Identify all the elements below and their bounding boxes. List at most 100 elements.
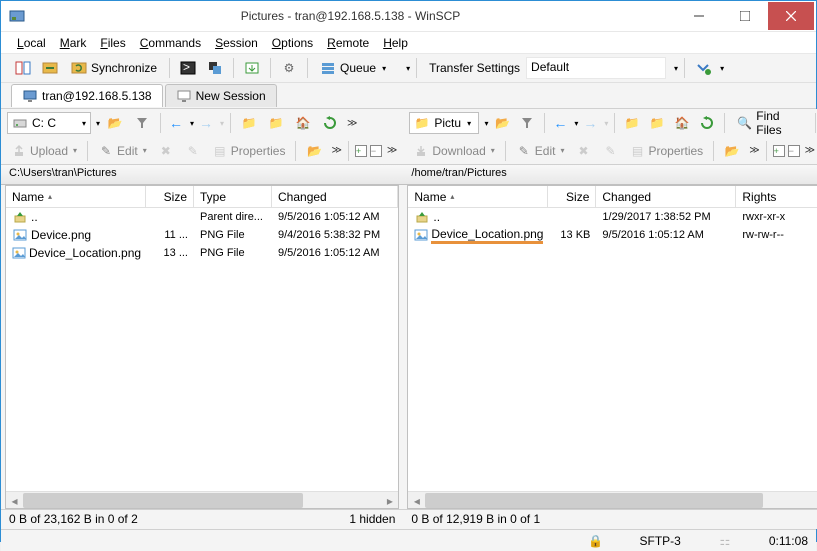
titlebar: Pictures - tran@192.168.5.138 - WinSCP (1, 1, 816, 31)
session-tab-active[interactable]: tran@192.168.5.138 (11, 84, 163, 107)
file-changed: 1/29/2017 1:38:52 PM (596, 210, 736, 224)
transfer-settings-value: Default (531, 60, 569, 74)
local-refresh-button[interactable] (318, 111, 342, 135)
local-action-toolbar: Upload▾ ✎Edit▾ ✖ ✎ ▤Properties 📂 ≫ + − ≫ (1, 137, 403, 165)
compare-dirs-button[interactable] (11, 56, 35, 80)
queue-dropdown[interactable]: Queue ▾ (314, 58, 392, 78)
remote-dir-caret[interactable]: ▾ (484, 119, 488, 128)
local-filter-button[interactable] (130, 111, 154, 135)
menu-options[interactable]: Options (266, 34, 319, 52)
remote-root-button[interactable]: 📁 (646, 111, 668, 135)
local-drive-select[interactable]: C: C ▾ (7, 112, 91, 134)
menu-session[interactable]: Session (209, 34, 264, 52)
session-tab-label: tran@192.168.5.138 (42, 89, 152, 103)
file-row[interactable]: Device_Location.png13 ...PNG File9/5/201… (6, 244, 398, 262)
remote-unselect-all-button[interactable]: − (788, 145, 800, 157)
queue-split-caret[interactable]: ▾ (406, 64, 410, 73)
remote-find-files-button[interactable]: 🔍Find Files (731, 107, 809, 139)
file-row[interactable]: Device.png11 ...PNG File9/4/2016 5:38:32… (6, 226, 398, 244)
remote-fwd-caret[interactable]: ▾ (604, 119, 608, 128)
toggle-transfer-button[interactable] (691, 56, 715, 80)
remote-newfolder-button[interactable]: 📂 (720, 139, 744, 163)
remote-back-button[interactable]: ← (551, 115, 569, 131)
local-home-button[interactable]: 🏠 (291, 111, 315, 135)
maximize-button[interactable] (722, 2, 768, 30)
remote-edit-button[interactable]: ✎Edit▾ (512, 141, 569, 161)
local-back-button[interactable]: ← (167, 115, 185, 131)
minimize-button[interactable] (676, 2, 722, 30)
file-row[interactable]: ..1/29/2017 1:38:52 PMrwxr-xr-x (408, 208, 817, 226)
local-select-all-button[interactable]: + (355, 145, 367, 157)
local-col-name[interactable]: Name▴ (6, 186, 146, 207)
folder-root-icon: 📁 (649, 115, 665, 131)
caret-icon: ▾ (82, 119, 86, 128)
synchronize-button[interactable]: Synchronize (65, 58, 163, 78)
local-open-dir-button[interactable]: 📂 (103, 111, 127, 135)
local-newfolder-button[interactable]: 📂 (302, 139, 326, 163)
remote-home-button[interactable]: 🏠 (671, 111, 693, 135)
sync-browse-button[interactable] (38, 56, 62, 80)
scroll-right-icon[interactable]: ▸ (381, 492, 398, 509)
remote-delete-button[interactable]: ✖ (571, 141, 595, 161)
options-button[interactable]: ⚙ (277, 56, 301, 80)
remote-refresh-button[interactable] (696, 111, 718, 135)
local-unselect-all-button[interactable]: − (370, 145, 382, 157)
remote-filter-button[interactable] (516, 111, 538, 135)
remote-col-name[interactable]: Name▴ (408, 186, 548, 207)
transfer-queue-button[interactable] (240, 56, 264, 80)
remote-col-changed[interactable]: Changed (596, 186, 736, 207)
local-parent-button[interactable]: 📁 (237, 111, 261, 135)
toggle-transfer-caret[interactable]: ▾ (720, 64, 724, 73)
remote-col-size[interactable]: Size (548, 186, 596, 207)
new-session-tab[interactable]: New Session (165, 84, 277, 107)
local-forward-button[interactable]: → (197, 115, 215, 131)
remote-back-caret[interactable]: ▾ (574, 119, 578, 128)
local-col-type[interactable]: Type (194, 186, 272, 207)
remote-rename-button[interactable]: ✎ (598, 141, 622, 161)
session-tabs: tran@192.168.5.138 New Session (1, 83, 816, 109)
putty-button[interactable] (203, 56, 227, 80)
remote-parent-button[interactable]: 📁 (621, 111, 643, 135)
close-button[interactable] (768, 2, 814, 30)
remote-dir-select[interactable]: 📁 Pictu ▾ (409, 112, 479, 134)
local-delete-button[interactable]: ✖ (154, 141, 178, 161)
local-rename-button[interactable]: ✎ (181, 141, 205, 161)
remote-more-select[interactable]: ≫ (805, 145, 815, 156)
remote-more-actions[interactable]: ≫ (749, 145, 759, 156)
file-type: Parent dire... (194, 210, 272, 224)
local-col-changed[interactable]: Changed (272, 186, 398, 207)
local-back-caret[interactable]: ▾ (190, 119, 194, 128)
file-icon (12, 227, 28, 243)
menu-remote[interactable]: Remote (321, 34, 375, 52)
local-upload-button[interactable]: Upload▾ (7, 141, 81, 161)
remote-forward-button[interactable]: → (581, 115, 599, 131)
file-row[interactable]: Device_Location.png13 KB9/5/2016 1:05:12… (408, 226, 817, 244)
local-more-actions[interactable]: ≫ (331, 145, 341, 156)
menu-local[interactable]: Local (11, 34, 52, 52)
remote-download-button[interactable]: Download▾ (409, 141, 498, 161)
local-col-size[interactable]: Size (146, 186, 194, 207)
menu-commands[interactable]: Commands (134, 34, 207, 52)
remote-select-all-button[interactable]: + (773, 145, 785, 157)
local-hscroll[interactable]: ◂ ▸ (6, 491, 398, 508)
scroll-left-icon[interactable]: ◂ (6, 492, 23, 509)
local-fwd-caret[interactable]: ▾ (220, 119, 224, 128)
menu-mark[interactable]: Mark (54, 34, 93, 52)
remote-open-dir-button[interactable]: 📂 (491, 111, 513, 135)
transfer-caret-icon[interactable]: ▾ (674, 64, 678, 73)
file-row[interactable]: ..Parent dire...9/5/2016 1:05:12 AM (6, 208, 398, 226)
remote-properties-button[interactable]: ▤Properties (625, 141, 707, 161)
local-root-button[interactable]: 📁 (264, 111, 288, 135)
menu-help[interactable]: Help (377, 34, 414, 52)
local-more-nav[interactable]: ≫ (347, 118, 357, 129)
transfer-settings-select[interactable]: Default (526, 57, 666, 79)
scroll-left-icon[interactable]: ◂ (408, 492, 425, 509)
local-edit-button[interactable]: ✎Edit▾ (94, 141, 151, 161)
local-drive-caret[interactable]: ▾ (96, 119, 100, 128)
remote-col-rights[interactable]: Rights (736, 186, 817, 207)
local-more-select[interactable]: ≫ (387, 145, 397, 156)
remote-hscroll[interactable]: ◂ ▸ (408, 491, 817, 508)
menu-files[interactable]: Files (94, 34, 131, 52)
local-properties-button[interactable]: ▤Properties (208, 141, 290, 161)
console-button[interactable]: > (176, 56, 200, 80)
